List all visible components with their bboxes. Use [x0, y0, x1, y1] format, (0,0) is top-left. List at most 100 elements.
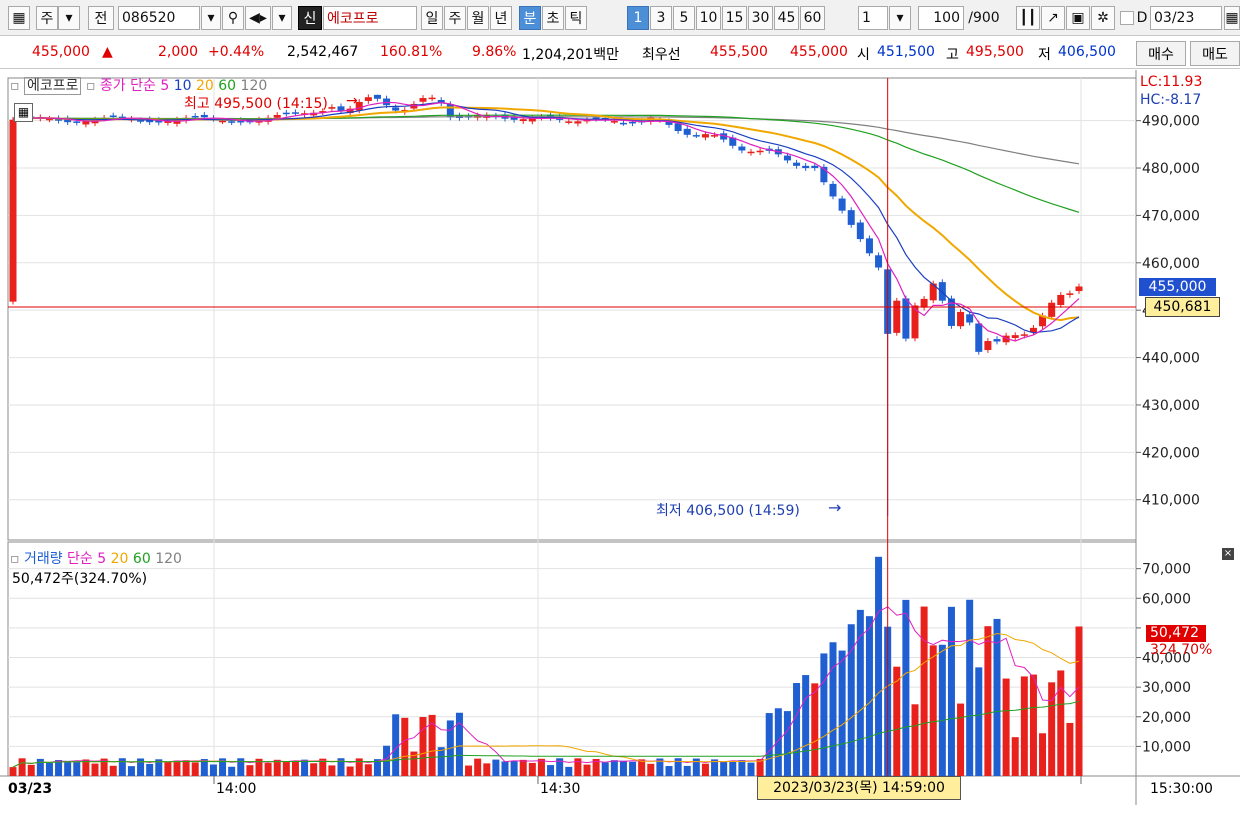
interval-tab-60[interactable]: 60 [800, 6, 825, 30]
buy-button[interactable]: 매수 [1136, 41, 1186, 66]
calendar-icon[interactable]: ▦ [1224, 6, 1240, 30]
panel-close-icon[interactable]: × [1222, 548, 1234, 560]
interval-tab-30[interactable]: 30 [748, 6, 773, 30]
interval-tab-10[interactable]: 10 [696, 6, 721, 30]
best-ask: 455,500 [710, 44, 768, 60]
volume-tick-label: 20,000 [1142, 710, 1191, 726]
chart-area[interactable]: 410,000420,000430,000440,000450,000460,0… [0, 70, 1240, 810]
best-bid: 455,000 [790, 44, 848, 60]
candle-body [565, 121, 573, 123]
volume-legend-name[interactable]: 거래량 [24, 551, 63, 567]
candle-body [9, 119, 17, 302]
legend-ma60: 60 [218, 78, 237, 94]
interval-tab-5[interactable]: 5 [673, 6, 695, 30]
chart-canvas[interactable]: 410,000420,000430,000440,000450,000460,0… [0, 70, 1240, 810]
candle-body [109, 115, 117, 117]
settings-gear-icon[interactable]: ✲ [1091, 6, 1115, 30]
volume-bar [501, 761, 509, 776]
candle-body [993, 339, 1001, 342]
price-legend: ▫ 에코프로 ▫ 종가 단순 5 10 20 60 120 [10, 75, 267, 95]
candle-body [811, 165, 819, 169]
chart-menu-icon[interactable]: ▦ [8, 6, 30, 30]
candle-body [975, 323, 983, 352]
legend-square-icon: ▫ [85, 78, 96, 94]
candle-body [747, 151, 755, 154]
legend-stock-name[interactable]: 에코프로 [23, 77, 82, 95]
save-icon[interactable]: ▣ [1066, 6, 1090, 30]
volume-bar [793, 683, 801, 776]
period-tab-0[interactable]: 일 [421, 6, 443, 30]
candle-body [756, 150, 764, 153]
volume-dropdown-icon[interactable]: ▾ [272, 6, 292, 30]
price-tick-label: 410,000 [1142, 493, 1200, 509]
period-tab-2[interactable]: 월 [467, 6, 489, 30]
sell-button[interactable]: 매도 [1190, 41, 1240, 66]
volume-bar [1075, 626, 1083, 776]
code-dropdown-icon[interactable]: ▾ [201, 6, 221, 30]
axis-tick-1400: 14:00 [216, 781, 257, 797]
period-tab-1[interactable]: 주 [444, 6, 466, 30]
mode-button[interactable]: 전 [88, 6, 114, 30]
candle-body [957, 311, 965, 327]
volume-bar [947, 606, 955, 776]
volume-legend-ma120: 120 [155, 551, 182, 567]
candle-body [392, 107, 400, 111]
axis-tick-1430: 14:30 [540, 781, 581, 797]
high-annotation: 최고 495,500 (14:15) [184, 96, 328, 112]
candle-body [683, 128, 691, 135]
volume-tick-label: 10,000 [1142, 739, 1191, 755]
volume-bar [774, 708, 782, 776]
volume-icon[interactable]: ◀▸ [245, 6, 271, 30]
volume-bar [1020, 676, 1028, 776]
interval-tab-45[interactable]: 45 [774, 6, 799, 30]
volume-bar [1011, 737, 1019, 776]
period-tab-6[interactable]: 틱 [565, 6, 587, 30]
volume-bar [301, 759, 309, 776]
period-tab-5[interactable]: 초 [542, 6, 564, 30]
d-label: D [1135, 6, 1149, 30]
volume-bar [1057, 670, 1065, 776]
date-input[interactable]: 03/23 [1150, 6, 1222, 30]
volume-bar [282, 761, 290, 776]
trade-volume: 2,542,467 [287, 44, 359, 60]
date-checkbox[interactable] [1120, 11, 1134, 25]
candle-body [793, 162, 801, 166]
type-select-label: 주 [40, 11, 54, 27]
count-input[interactable]: 100 [918, 6, 964, 30]
candle-body [364, 97, 372, 101]
grid-table-icon[interactable]: ▦ [14, 103, 33, 122]
volume-bar [984, 626, 992, 776]
current-price-tag: 455,000 [1139, 278, 1216, 296]
stock-code-input[interactable]: 086520 [118, 6, 200, 30]
volume-bar [574, 758, 582, 776]
volume-bar [1066, 722, 1074, 776]
period-tab-3[interactable]: 년 [490, 6, 512, 30]
trade-amount: 1,204,201백만 [522, 47, 620, 63]
volume-tick-label: 60,000 [1142, 591, 1191, 607]
low-label: 저 [1038, 47, 1051, 63]
multiplier-input[interactable]: 1 [858, 6, 888, 30]
search-icon[interactable]: ⚲ [222, 6, 244, 30]
candle-body [610, 121, 618, 123]
multiplier-dropdown-icon[interactable]: ▾ [889, 6, 911, 30]
candle-type-icon[interactable]: ┃┃ [1016, 6, 1040, 30]
date-value: 03/23 [1154, 10, 1195, 26]
candle-body [802, 165, 810, 169]
count-total-label: /900 [968, 10, 1000, 26]
volume-bar [492, 759, 500, 776]
type-select[interactable]: 주 [36, 6, 58, 30]
volume-bar [647, 763, 655, 776]
stock-code-value: 086520 [122, 10, 176, 26]
type-dropdown-icon[interactable]: ▾ [58, 6, 80, 30]
trendline-icon[interactable]: ↗ [1041, 6, 1065, 30]
period-tab-4[interactable]: 분 [519, 6, 541, 30]
volume-bar [9, 767, 17, 776]
interval-tab-1[interactable]: 1 [627, 6, 649, 30]
volume-legend-ma20: 20 [110, 551, 129, 567]
volume-bar [665, 766, 673, 776]
volume-bar [328, 765, 336, 776]
interval-tab-15[interactable]: 15 [722, 6, 747, 30]
price-panel-frame [7, 77, 1137, 541]
crosshair-time-tag: 2023/03/23(목) 14:59:00 [757, 776, 961, 800]
interval-tab-3[interactable]: 3 [650, 6, 672, 30]
